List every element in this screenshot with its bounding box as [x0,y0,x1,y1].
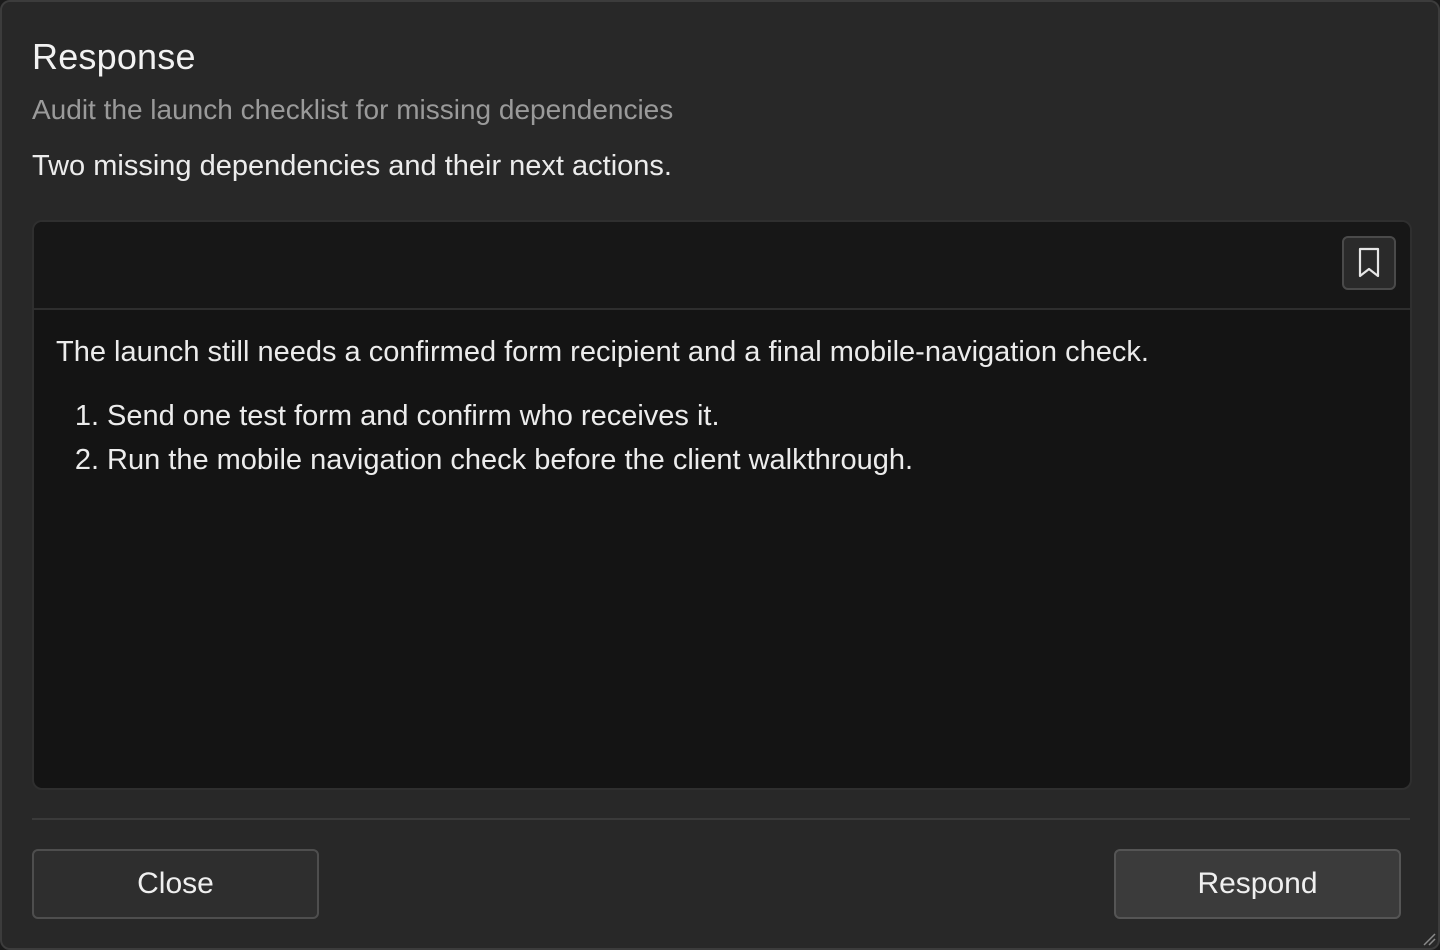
response-summary: Two missing dependencies and their next … [32,150,672,182]
response-intro: The launch still needs a confirmed form … [56,336,1149,368]
panel-toolbar [34,222,1410,310]
footer-divider [32,818,1410,820]
list-item-number: 1. [74,400,99,432]
dialog-subtitle: Audit the launch checklist for missing d… [32,94,674,125]
list-item: 1. Send one test form and confirm who re… [56,394,1388,438]
dialog-title: Response [32,36,196,77]
list-item-number: 2. [74,444,99,476]
response-body: The launch still needs a confirmed form … [56,334,1388,482]
respond-button[interactable]: Respond [1114,849,1401,919]
list-item-text: Run the mobile navigation check before t… [107,444,914,476]
list-item-text: Send one test form and confirm who recei… [107,400,720,432]
close-button[interactable]: Close [32,849,319,919]
bookmark-icon [1358,247,1380,278]
action-list: 1. Send one test form and confirm who re… [56,394,1388,482]
resize-grip-icon[interactable] [1422,932,1436,946]
response-panel: The launch still needs a confirmed form … [32,220,1412,790]
list-item: 2. Run the mobile navigation check befor… [56,438,1388,482]
response-dialog: Response Audit the launch checklist for … [0,0,1440,950]
bookmark-button[interactable] [1342,236,1396,290]
